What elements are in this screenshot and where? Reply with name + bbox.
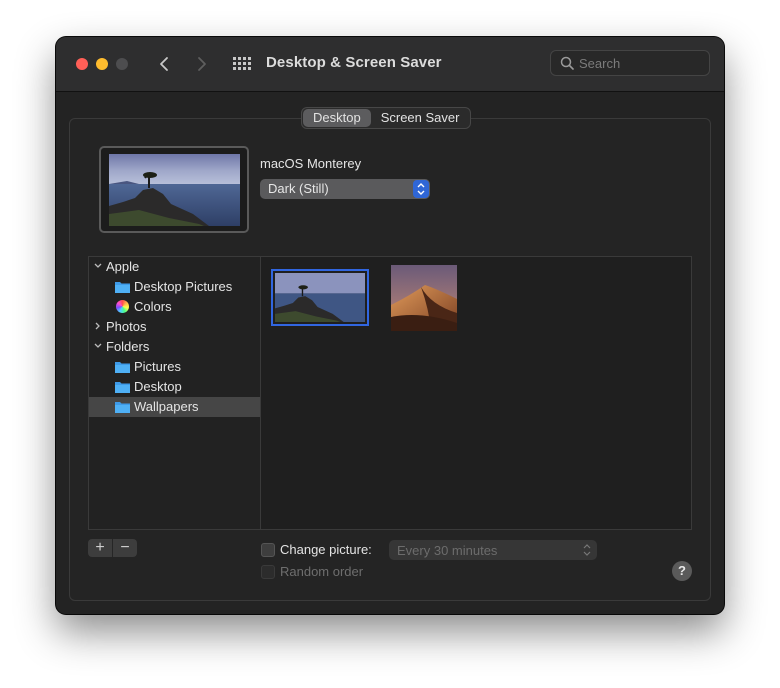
zoom-button[interactable] — [116, 58, 128, 70]
forward-button[interactable] — [190, 53, 212, 75]
sidebar-item-desktop-pictures[interactable]: Desktop Pictures — [89, 277, 260, 297]
search-icon — [560, 56, 574, 70]
grid-icon — [233, 57, 251, 70]
sidebar-item-label: Colors — [134, 299, 172, 314]
sidebar-item-apple[interactable]: Apple — [89, 257, 260, 277]
sidebar-item-pictures[interactable]: Pictures — [89, 357, 260, 377]
folder-icon — [115, 382, 130, 393]
sidebar-item-colors[interactable]: Colors — [89, 297, 260, 317]
chevron-left-icon — [160, 57, 168, 71]
help-button[interactable]: ? — [672, 561, 692, 581]
show-all-button[interactable] — [230, 54, 252, 74]
wallpaper-preview-image — [109, 154, 240, 226]
minimize-button[interactable] — [96, 58, 108, 70]
back-button[interactable] — [154, 53, 176, 75]
up-down-chevron-icon — [583, 544, 591, 556]
search-input[interactable] — [579, 54, 703, 72]
preferences-window: Desktop & Screen Saver Desktop Screen Sa… — [56, 37, 724, 614]
coast-wallpaper-image — [109, 154, 240, 226]
folder-icon — [115, 282, 130, 293]
random-order-checkbox[interactable] — [261, 565, 275, 579]
source-list: Apple Desktop Pictures Colors Photos Fol… — [88, 256, 261, 530]
color-wheel-icon — [116, 300, 129, 313]
interval-value: Every 30 minutes — [397, 543, 498, 558]
wallpaper-thumb-coast[interactable] — [271, 269, 369, 326]
sidebar-item-label: Desktop — [134, 379, 182, 394]
sidebar-item-label: Apple — [106, 259, 140, 274]
coast-wallpaper-image — [275, 273, 365, 322]
sidebar-item-label: Wallpapers — [134, 399, 199, 414]
folder-icon — [115, 362, 130, 373]
add-folder-button[interactable]: + — [88, 539, 112, 557]
tab-screen-saver[interactable]: Screen Saver — [371, 109, 470, 127]
tab-control: Desktop Screen Saver — [301, 107, 472, 129]
change-picture-checkbox[interactable] — [261, 543, 275, 557]
appearance-popup[interactable]: Dark (Still) — [260, 179, 430, 199]
sidebar-item-wallpapers[interactable]: Wallpapers — [89, 397, 260, 417]
dunes-wallpaper-image — [391, 265, 457, 331]
sidebar-item-label: Photos — [106, 319, 147, 334]
wallpaper-grid — [260, 256, 692, 530]
sidebar-item-label: Pictures — [134, 359, 181, 374]
chevron-down-icon[interactable] — [93, 341, 103, 351]
wallpaper-thumb-dunes[interactable] — [391, 265, 457, 331]
add-remove-control: + − — [88, 539, 137, 557]
wallpaper-preview — [99, 146, 249, 233]
sidebar-item-photos[interactable]: Photos — [89, 317, 260, 337]
change-picture-label: Change picture: — [280, 542, 372, 557]
popup-stepper — [413, 180, 429, 198]
search-field[interactable] — [550, 50, 710, 76]
remove-folder-button[interactable]: − — [113, 539, 137, 557]
folder-icon — [115, 402, 130, 413]
titlebar: Desktop & Screen Saver — [56, 37, 724, 92]
sidebar-item-label: Folders — [106, 339, 150, 354]
random-order-label: Random order — [280, 564, 364, 579]
close-button[interactable] — [76, 58, 88, 70]
tab-desktop[interactable]: Desktop — [303, 109, 371, 127]
wallpaper-name: macOS Monterey — [260, 156, 362, 171]
sidebar-item-desktop[interactable]: Desktop — [89, 377, 260, 397]
interval-popup[interactable]: Every 30 minutes — [389, 540, 597, 560]
chevron-down-icon[interactable] — [93, 261, 103, 271]
sidebar-item-folders[interactable]: Folders — [89, 337, 260, 357]
window-title: Desktop & Screen Saver — [266, 54, 442, 71]
chevron-right-icon[interactable] — [93, 321, 103, 331]
sidebar-item-label: Desktop Pictures — [134, 279, 233, 294]
up-down-chevron-icon — [417, 183, 425, 195]
appearance-popup-value: Dark (Still) — [268, 181, 329, 196]
chevron-right-icon — [198, 57, 206, 71]
